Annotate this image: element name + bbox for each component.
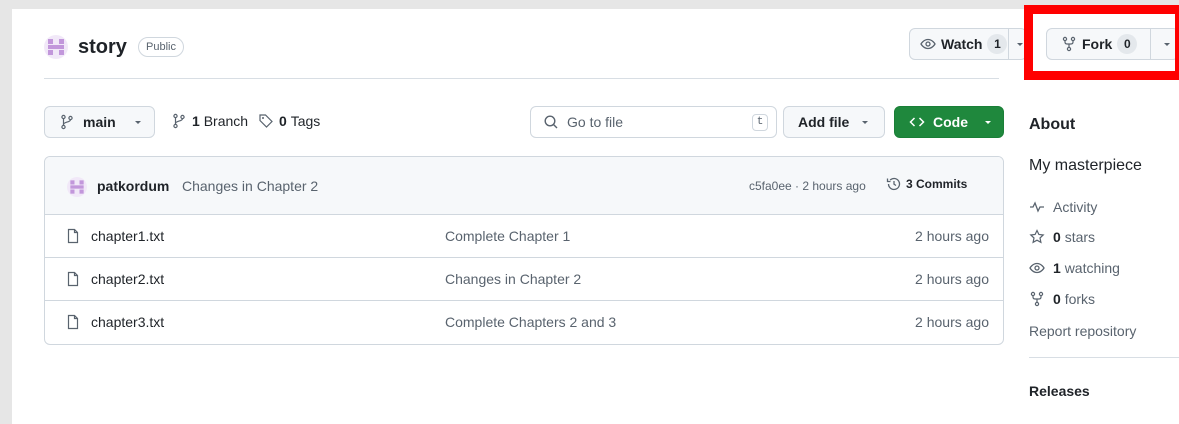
watch-dropdown-caret-icon[interactable] — [1014, 38, 1026, 50]
sidebar-divider — [1029, 357, 1179, 358]
file-commit-message[interactable]: Complete Chapter 1 — [445, 228, 570, 244]
repo-owner-avatar[interactable] — [44, 35, 68, 59]
watching-count: 1 — [1053, 260, 1061, 276]
about-heading: About — [1029, 116, 1076, 133]
activity-link[interactable]: Activity — [1029, 199, 1097, 215]
file-name-link[interactable]: chapter3.txt — [91, 314, 164, 330]
star-icon — [1029, 229, 1045, 244]
chevron-down-icon — [134, 121, 141, 124]
file-name-link[interactable]: chapter1.txt — [91, 228, 164, 244]
fork-label: Fork — [1082, 36, 1113, 52]
chevron-down-icon — [862, 121, 869, 124]
branch-selector[interactable]: main — [44, 106, 155, 138]
file-commit-time: 2 hours ago — [915, 314, 989, 330]
latest-commit-row: patkordum Changes in Chapter 2 c5fa0ee ·… — [45, 157, 1003, 215]
stars-link[interactable]: 0 stars — [1029, 229, 1095, 245]
repo-name-link[interactable]: story — [78, 35, 127, 59]
file-row[interactable]: chapter1.txt Complete Chapter 1 2 hours … — [45, 215, 1003, 258]
eye-icon — [920, 38, 936, 50]
visibility-badge: Public — [138, 37, 184, 57]
commit-author-link[interactable]: patkordum — [97, 178, 169, 194]
fork-button[interactable]: Fork 0 — [1046, 28, 1179, 60]
chevron-down-icon — [985, 121, 991, 124]
branches-label: Branch — [203, 113, 249, 129]
commits-history-link[interactable]: 3 Commits — [886, 176, 967, 192]
add-file-button[interactable]: Add file — [783, 106, 885, 138]
file-row[interactable]: chapter2.txt Changes in Chapter 2 2 hour… — [45, 258, 1003, 301]
stars-label: stars — [1064, 229, 1096, 245]
branches-count: 1 — [192, 113, 200, 129]
tag-icon — [259, 114, 273, 128]
file-commit-time: 2 hours ago — [915, 271, 989, 287]
git-branch-icon — [61, 114, 73, 130]
tags-count: 0 — [279, 113, 287, 129]
add-file-label: Add file — [798, 114, 850, 130]
stars-count: 0 — [1053, 229, 1061, 245]
repo-page: story Public Watch 1 Fork 0 main 1 Branc… — [12, 5, 1179, 424]
tags-link[interactable]: 0 Tags — [258, 113, 320, 129]
fork-dropdown-caret-icon[interactable] — [1161, 38, 1173, 50]
file-icon — [67, 271, 79, 287]
eye-icon — [1029, 262, 1045, 274]
releases-heading[interactable]: Releases — [1029, 383, 1090, 399]
tags-label: Tags — [290, 113, 321, 129]
watch-count: 1 — [987, 34, 1008, 54]
file-commit-time: 2 hours ago — [915, 228, 989, 244]
pulse-icon — [1030, 201, 1044, 213]
commits-count-label: 3 Commits — [906, 177, 968, 191]
branches-link[interactable]: 1 Branch — [171, 113, 248, 129]
report-repository-link[interactable]: Report repository — [1029, 323, 1136, 339]
commit-message-link[interactable]: Changes in Chapter 2 — [182, 178, 318, 194]
git-branch-icon — [173, 113, 185, 129]
file-commit-message[interactable]: Changes in Chapter 2 — [445, 271, 581, 287]
code-icon — [909, 117, 925, 127]
watching-link[interactable]: 1 watching — [1029, 260, 1120, 276]
file-commit-message[interactable]: Complete Chapters 2 and 3 — [445, 314, 616, 330]
commit-author-avatar[interactable] — [67, 177, 87, 197]
search-icon — [544, 115, 558, 129]
fork-count: 0 — [1117, 34, 1138, 54]
file-icon — [67, 314, 79, 330]
watch-divider — [1008, 29, 1009, 59]
history-icon — [886, 177, 901, 191]
about-description: My masterpiece — [1029, 157, 1142, 174]
watch-label: Watch — [941, 36, 983, 52]
repo-forked-icon — [1062, 36, 1076, 52]
go-to-file-placeholder: Go to file — [567, 114, 624, 130]
file-row[interactable]: chapter3.txt Complete Chapters 2 and 3 2… — [45, 301, 1003, 344]
watch-button[interactable]: Watch 1 — [909, 28, 1027, 60]
header-divider — [44, 78, 999, 79]
branch-name: main — [83, 114, 116, 130]
activity-label: Activity — [1053, 199, 1098, 215]
watching-label: watching — [1064, 260, 1120, 276]
repo-forked-icon — [1030, 291, 1044, 307]
code-label: Code — [933, 114, 968, 130]
file-name-link[interactable]: chapter2.txt — [91, 271, 164, 287]
go-to-file-input[interactable]: Go to file t — [530, 106, 777, 138]
code-button[interactable]: Code — [894, 106, 1004, 138]
commit-hash-time[interactable]: c5fa0ee · 2 hours ago — [749, 179, 866, 193]
forks-link[interactable]: 0 forks — [1029, 291, 1095, 307]
forks-count: 0 — [1053, 291, 1061, 307]
go-to-file-shortcut: t — [752, 114, 768, 131]
file-icon — [67, 228, 79, 244]
file-table: patkordum Changes in Chapter 2 c5fa0ee ·… — [44, 156, 1004, 345]
forks-label: forks — [1064, 291, 1096, 307]
fork-divider — [1150, 29, 1151, 59]
